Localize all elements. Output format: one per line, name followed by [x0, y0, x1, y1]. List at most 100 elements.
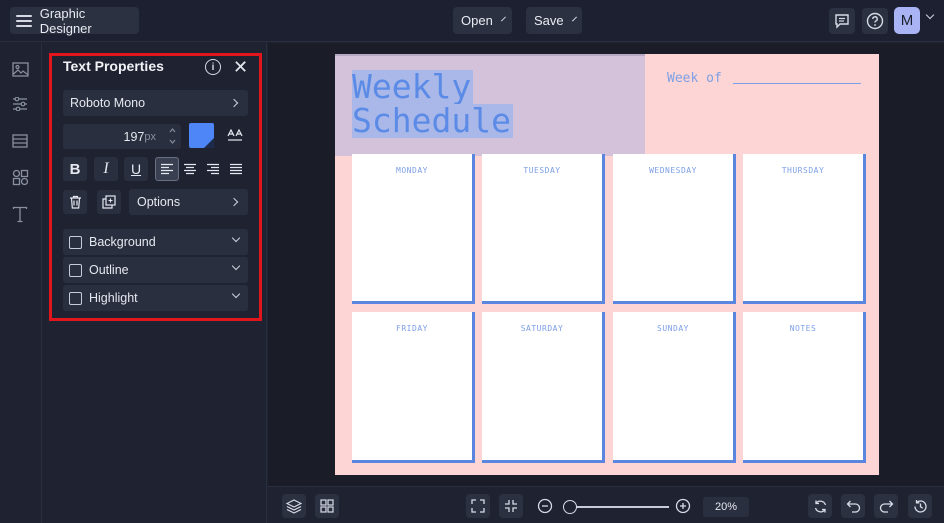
open-label: Open	[461, 13, 493, 28]
title-line-1[interactable]: Weekly	[352, 70, 474, 104]
highlight-checkbox[interactable]	[69, 291, 82, 305]
zoom-slider-track[interactable]	[563, 506, 669, 508]
fit-screen-button[interactable]	[466, 494, 490, 518]
duplicate-button[interactable]	[97, 190, 121, 214]
day-card[interactable]: TUESDAY	[482, 154, 605, 304]
zoom-out-button[interactable]	[533, 494, 557, 518]
design-page[interactable]: Weekly Schedule Week of MONDAY TUESDAY W…	[335, 54, 879, 475]
increment-button[interactable]	[167, 126, 177, 135]
title-line-2[interactable]: Schedule	[352, 104, 513, 138]
day-card[interactable]: THURSDAY	[743, 154, 866, 304]
main-menu-button[interactable]: Graphic Designer	[10, 5, 139, 36]
zoom-in-button[interactable]	[671, 494, 695, 518]
options-button[interactable]: Options	[129, 189, 248, 215]
left-rail	[0, 43, 42, 523]
font-size-value: 197	[123, 129, 145, 144]
minus-circle-icon	[537, 498, 553, 514]
day-label: FRIDAY	[396, 324, 428, 333]
week-of-label[interactable]: Week of	[667, 71, 722, 86]
save-dropdown[interactable]: Save	[526, 7, 582, 34]
font-size-stepper[interactable]: 197 px	[63, 124, 181, 149]
align-right-button[interactable]	[201, 157, 225, 181]
accordion-outline[interactable]: Outline	[63, 257, 248, 283]
day-card[interactable]: WEDNESDAY	[613, 154, 736, 304]
align-center-icon	[184, 163, 196, 175]
swatch-corner-icon	[204, 138, 214, 148]
shrink-button[interactable]	[499, 494, 523, 518]
plus-circle-icon	[675, 498, 691, 514]
bold-button[interactable]: B	[63, 157, 87, 181]
decrement-button[interactable]	[167, 137, 177, 146]
text-case-button[interactable]	[223, 124, 247, 148]
panel-title: Text Properties	[63, 58, 164, 74]
redo-button[interactable]	[874, 494, 898, 518]
chevron-down-icon	[169, 139, 175, 144]
zoom-level[interactable]: 20%	[703, 497, 749, 517]
align-justify-icon	[230, 163, 242, 175]
grid-icon	[320, 499, 334, 513]
chevron-right-icon	[229, 98, 239, 108]
history-icon	[913, 499, 927, 513]
day-card[interactable]: MONDAY	[352, 154, 475, 304]
delete-button[interactable]	[63, 190, 87, 214]
day-label: SATURDAY	[520, 324, 564, 333]
layers-button[interactable]	[282, 494, 306, 518]
italic-button[interactable]: I	[94, 157, 118, 181]
options-label: Options	[137, 195, 181, 209]
font-family-value: Roboto Mono	[70, 96, 146, 110]
refresh-button[interactable]	[808, 494, 832, 518]
align-center-button[interactable]	[178, 157, 202, 181]
undo-button[interactable]	[841, 494, 865, 518]
outline-checkbox[interactable]	[69, 263, 82, 277]
layers-icon	[286, 498, 302, 514]
duplicate-icon	[102, 195, 116, 209]
help-button[interactable]	[862, 8, 888, 34]
avatar[interactable]: M	[894, 7, 920, 34]
info-icon[interactable]: i	[205, 59, 221, 75]
elements-icon[interactable]	[11, 168, 29, 186]
align-right-icon	[207, 163, 219, 175]
history-button[interactable]	[908, 494, 932, 518]
notes-card[interactable]: NOTES	[743, 312, 866, 463]
underline-button[interactable]: U	[124, 157, 148, 181]
undo-icon	[846, 500, 860, 513]
trash-icon	[69, 195, 81, 209]
close-icon[interactable]: ✕	[233, 58, 248, 76]
accordion-background[interactable]: Background	[63, 229, 248, 255]
font-size-unit: px	[144, 130, 156, 143]
help-icon	[866, 12, 884, 30]
redo-icon	[879, 500, 893, 513]
grid-button[interactable]	[315, 494, 339, 518]
text-color-swatch[interactable]	[189, 123, 214, 148]
comment-icon	[835, 14, 849, 29]
day-card[interactable]: SATURDAY	[482, 312, 605, 463]
background-checkbox[interactable]	[69, 235, 82, 249]
chevron-down-icon	[571, 16, 577, 22]
expand-icon	[471, 499, 485, 513]
align-justify-button[interactable]	[224, 157, 248, 181]
text-icon[interactable]	[11, 205, 29, 223]
chevron-down-icon	[231, 289, 241, 299]
day-card[interactable]: SUNDAY	[613, 312, 736, 463]
align-left-icon	[161, 163, 173, 175]
chevron-up-icon	[169, 128, 175, 133]
day-label: WEDNESDAY	[649, 166, 697, 175]
open-dropdown[interactable]: Open	[453, 7, 512, 34]
accordion-label: Highlight	[89, 291, 138, 305]
refresh-icon	[814, 500, 826, 512]
save-label: Save	[534, 13, 564, 28]
align-left-button[interactable]	[155, 157, 179, 181]
image-icon[interactable]	[11, 60, 29, 78]
chevron-down-icon	[231, 261, 241, 271]
accordion-highlight[interactable]: Highlight	[63, 285, 248, 311]
layout-icon[interactable]	[11, 132, 29, 150]
day-card[interactable]: FRIDAY	[352, 312, 475, 463]
chevron-down-icon	[231, 233, 241, 243]
comments-button[interactable]	[829, 8, 855, 34]
chevron-down-icon	[500, 16, 506, 22]
zoom-slider-handle[interactable]	[563, 500, 577, 514]
sliders-icon[interactable]	[11, 95, 29, 113]
app-title: Graphic Designer	[39, 5, 92, 36]
week-of-underline	[733, 83, 861, 84]
font-family-select[interactable]: Roboto Mono	[63, 90, 248, 116]
